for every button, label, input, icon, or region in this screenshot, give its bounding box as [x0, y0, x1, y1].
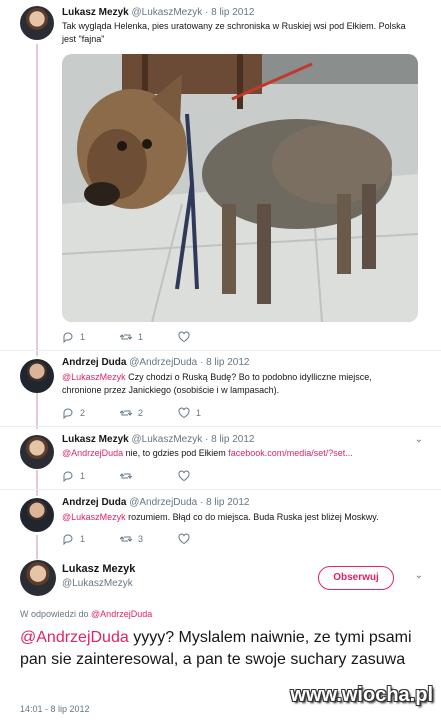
- retweet-count: 2: [138, 408, 144, 418]
- avatar[interactable]: [20, 498, 54, 532]
- retweet-count: 3: [138, 534, 144, 544]
- tweet-actions: 1 1: [62, 331, 236, 343]
- retweet-icon: [120, 334, 132, 340]
- retweet-icon: [120, 410, 132, 416]
- tweet-4[interactable]: Andrzej Duda @AndrzejDuda · 8 lip 2012 @…: [0, 490, 441, 550]
- like-count: 1: [196, 408, 202, 418]
- reply-icon: [63, 534, 73, 545]
- tweet-2[interactable]: Andrzej Duda @AndrzejDuda · 8 lip 2012 @…: [0, 351, 441, 426]
- reply-icon: [63, 408, 73, 419]
- retweet-count: 1: [138, 332, 144, 342]
- retweet-button[interactable]: 3: [120, 533, 178, 545]
- tweet-text: Tak wygląda Helenka, pies uratowany ze s…: [62, 20, 412, 46]
- heart-icon: [178, 470, 190, 482]
- like-button[interactable]: [178, 533, 236, 545]
- reply-count: 1: [80, 471, 86, 481]
- tweet-actions: 1: [62, 470, 236, 482]
- tweet-date[interactable]: · 8 lip 2012: [205, 7, 254, 18]
- reply-to-mention[interactable]: @AndrzejDuda: [91, 609, 152, 619]
- heart-icon: [178, 407, 190, 419]
- dog-photo-image: [62, 54, 418, 322]
- author-name[interactable]: Lukasz Mezyk: [62, 7, 129, 18]
- reply-to-line: W odpowiedzi do @AndrzejDuda: [20, 609, 152, 619]
- like-button[interactable]: [178, 331, 236, 343]
- tweet-actions: 1 3: [62, 533, 236, 545]
- tweet-header: Andrzej Duda @AndrzejDuda · 8 lip 2012: [62, 497, 249, 508]
- avatar[interactable]: [20, 6, 54, 40]
- author-name[interactable]: Andrzej Duda: [62, 497, 126, 508]
- author-handle[interactable]: @AndrzejDuda: [129, 357, 197, 368]
- reply-count: 1: [80, 332, 86, 342]
- tweet-date[interactable]: · 8 lip 2012: [200, 357, 249, 368]
- tweet-body: rozumiem. Błąd co do miejsca. Buda Ruska…: [125, 512, 379, 522]
- retweet-icon: [120, 473, 132, 479]
- avatar[interactable]: [20, 359, 54, 393]
- tweet-text: @LukaszMezyk rozumiem. Błąd co do miejsc…: [62, 511, 412, 524]
- tweet-date[interactable]: · 8 lip 2012: [205, 434, 254, 445]
- reply-button[interactable]: 1: [62, 331, 120, 343]
- heart-icon: [178, 331, 190, 343]
- heart-icon: [178, 533, 190, 545]
- mention-link[interactable]: @AndrzejDuda: [20, 629, 129, 646]
- reply-icon: [63, 471, 73, 482]
- like-button[interactable]: [178, 470, 236, 482]
- main-author-handle[interactable]: @LukaszMezyk: [62, 578, 135, 589]
- reply-button[interactable]: 1: [62, 470, 120, 482]
- author-name[interactable]: Lukasz Mezyk: [62, 434, 129, 445]
- tweet-header: Andrzej Duda @AndrzejDuda · 8 lip 2012: [62, 357, 249, 368]
- author-handle[interactable]: @LukaszMezyk: [131, 7, 202, 18]
- reply-button[interactable]: 1: [62, 533, 120, 545]
- reply-count: 2: [80, 408, 86, 418]
- mention-link[interactable]: @LukaszMezyk: [62, 372, 126, 382]
- watermark: www.wiocha.pl: [290, 684, 433, 706]
- like-button[interactable]: 1: [178, 407, 236, 419]
- mention-link[interactable]: @LukaszMezyk: [62, 512, 126, 522]
- reply-to-prefix: W odpowiedzi do: [20, 609, 92, 619]
- tweet-header: Lukasz Mezyk @LukaszMezyk · 8 lip 2012: [62, 7, 254, 18]
- tweet-body: Tak wygląda Helenka, pies uratowany ze s…: [62, 21, 406, 44]
- tweet-1[interactable]: Lukasz Mezyk @LukaszMezyk · 8 lip 2012 T…: [0, 0, 441, 350]
- external-link[interactable]: facebook.com/media/set/?set...: [228, 448, 353, 458]
- author-handle[interactable]: @AndrzejDuda: [129, 497, 197, 508]
- main-tweet-header: Lukasz Mezyk @LukaszMezyk: [62, 563, 135, 589]
- chevron-down-icon[interactable]: ⌄: [415, 570, 423, 581]
- avatar[interactable]: [20, 435, 54, 469]
- reply-icon: [63, 332, 73, 343]
- main-tweet-text: @AndrzejDuda yyyy? Myslalem naiwnie, ze …: [20, 627, 430, 671]
- author-handle[interactable]: @LukaszMezyk: [131, 434, 202, 445]
- main-timestamp[interactable]: 14:01 - 8 lip 2012: [20, 704, 90, 714]
- retweet-button[interactable]: [120, 470, 178, 482]
- tweet-header: Lukasz Mezyk @LukaszMezyk · 8 lip 2012: [62, 434, 254, 445]
- author-name[interactable]: Andrzej Duda: [62, 357, 126, 368]
- tweet-date[interactable]: · 8 lip 2012: [200, 497, 249, 508]
- mention-link[interactable]: @AndrzejDuda: [62, 448, 123, 458]
- main-author-name[interactable]: Lukasz Mezyk: [62, 563, 135, 575]
- main-avatar[interactable]: [20, 560, 56, 596]
- tweet-text: @LukaszMezyk Czy chodzi o Ruską Budę? Bo…: [62, 371, 412, 397]
- tweet-actions: 2 2 1: [62, 407, 236, 419]
- tweet-body: nie, to gdzies pod Ełkiem: [123, 448, 229, 458]
- chevron-down-icon[interactable]: ⌄: [415, 434, 423, 445]
- tweet-photo[interactable]: [62, 54, 418, 322]
- tweet-text: @AndrzejDuda nie, to gdzies pod Ełkiem f…: [62, 447, 412, 460]
- reply-button[interactable]: 2: [62, 407, 120, 419]
- retweet-icon: [120, 536, 132, 542]
- reply-count: 1: [80, 534, 86, 544]
- tweet-3[interactable]: Lukasz Mezyk @LukaszMezyk · 8 lip 2012 ⌄…: [0, 427, 441, 489]
- follow-button[interactable]: Obserwuj: [318, 566, 394, 590]
- retweet-button[interactable]: 1: [120, 331, 178, 343]
- retweet-button[interactable]: 2: [120, 407, 178, 419]
